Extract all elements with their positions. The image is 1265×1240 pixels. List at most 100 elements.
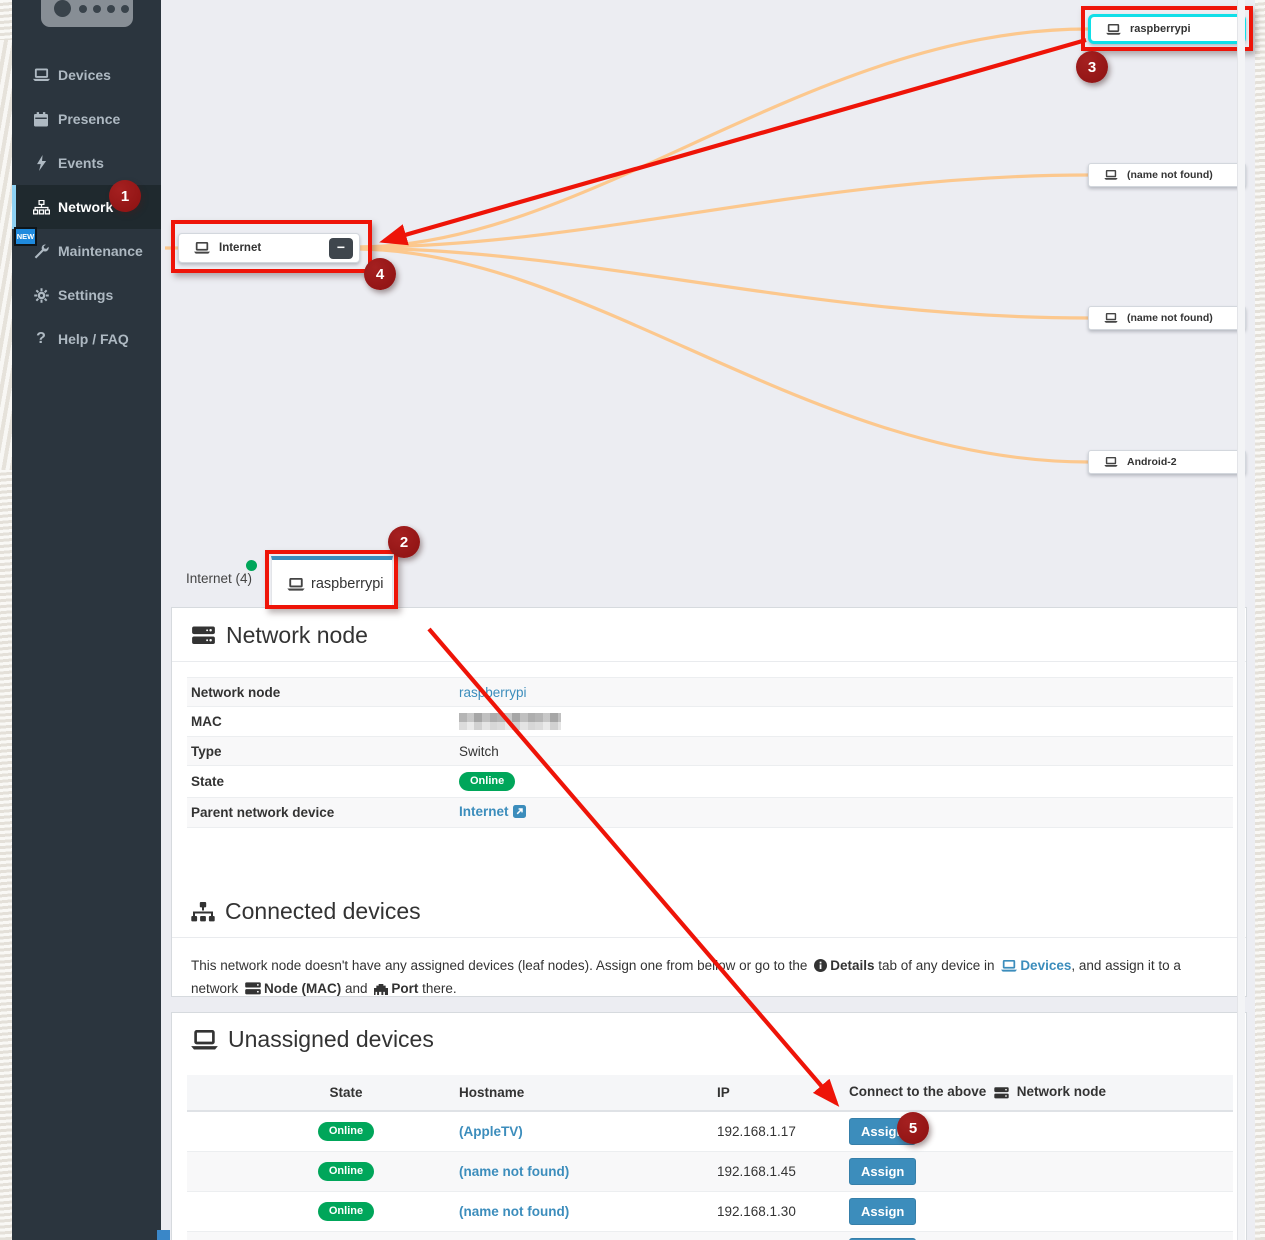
network-node-details-table: Network node raspberrypi MAC Type Switch… — [187, 677, 1233, 828]
sidebar-item-help[interactable]: ? Help / FAQ — [12, 317, 161, 361]
hostname-link[interactable]: (name not found) — [459, 1164, 569, 1179]
status-badge: Online — [318, 1162, 374, 1181]
table-row: Parent network device Internet — [187, 798, 1233, 828]
status-badge: Online — [318, 1122, 374, 1141]
node-label: Android-2 — [1127, 456, 1177, 468]
bolt-icon — [32, 154, 50, 172]
vertical-scrollbar[interactable] — [1237, 0, 1245, 1240]
assign-button[interactable]: Assign — [849, 1158, 916, 1185]
laptop-icon — [1001, 957, 1017, 978]
laptop-icon — [32, 66, 50, 84]
annotation-step-3: 3 — [1076, 51, 1108, 83]
info-circle-icon — [814, 957, 827, 978]
table-row: Online (AppleTV) 192.168.1.17 Assign — [187, 1111, 1233, 1151]
annotation-step-5: 5 — [897, 1112, 929, 1144]
section-title: Network node — [226, 622, 368, 649]
scroll-corner-button[interactable] — [157, 1230, 170, 1240]
network-node-section-header: Network node — [172, 608, 1246, 662]
ip-value: 192.168.1.45 — [715, 1151, 847, 1191]
gear-icon — [32, 286, 50, 304]
field-label: MAC — [187, 707, 455, 737]
laptop-icon — [1104, 313, 1118, 323]
table-row: Online (name not found) 192.168.1.57 Ass… — [187, 1231, 1233, 1240]
laptop-icon — [191, 1030, 218, 1050]
details-emphasis: Details — [830, 958, 874, 973]
sidebar-menu: Devices Presence Events Network Maintena… — [12, 53, 161, 361]
unassigned-devices-section-header: Unassigned devices — [172, 1013, 1246, 1063]
sitemap-icon — [32, 198, 50, 216]
ip-value: 192.168.1.30 — [715, 1191, 847, 1231]
parent-device-link[interactable]: Internet — [459, 804, 509, 819]
table-row: MAC — [187, 707, 1233, 737]
type-value: Switch — [455, 737, 1233, 766]
node-name-link[interactable]: raspberrypi — [459, 685, 527, 700]
ip-value: 192.168.1.17 — [715, 1111, 847, 1151]
annotation-step-2: 2 — [388, 526, 420, 558]
table-row: Network node raspberrypi — [187, 678, 1233, 707]
table-row: Online (name not found) 192.168.1.45 Ass… — [187, 1151, 1233, 1191]
annotation-box-raspberrypi-tab — [265, 550, 398, 609]
ethernet-port-icon — [374, 980, 388, 1001]
node-label: (name not found) — [1127, 169, 1213, 181]
sidebar-item-label: Events — [58, 155, 104, 171]
external-link-icon[interactable] — [513, 805, 526, 821]
sidebar-item-devices[interactable]: Devices — [12, 53, 161, 97]
topology-node-unnamed-2[interactable]: (name not found) — [1088, 306, 1246, 330]
table-row: State Online — [187, 766, 1233, 798]
tab-internet[interactable]: Internet (4) — [186, 571, 252, 586]
field-label: State — [187, 766, 455, 798]
wallpaper-right-edge — [1255, 0, 1265, 1240]
annotation-box-internet-node — [171, 220, 372, 273]
sidebar: Devices Presence Events Network Maintena… — [12, 0, 161, 1240]
sidebar-item-label: Presence — [58, 111, 120, 127]
port-emphasis: Port — [391, 981, 418, 996]
sidebar-item-label: Help / FAQ — [58, 331, 129, 347]
connected-devices-section-header: Connected devices — [172, 884, 1246, 938]
column-header-connect: Connect to the above Network node — [847, 1075, 1233, 1111]
devices-page-link[interactable]: Devices — [1020, 958, 1071, 973]
sidebar-item-label: Network — [58, 199, 113, 215]
mac-redacted-value — [459, 713, 561, 730]
column-header-ip: IP — [715, 1075, 847, 1111]
hostname-link[interactable]: (name not found) — [459, 1204, 569, 1219]
unassigned-devices-table: State Hostname IP Connect to the above N… — [187, 1075, 1233, 1240]
topology-node-unnamed-1[interactable]: (name not found) — [1088, 163, 1246, 187]
app-logo — [41, 0, 133, 27]
hostname-link[interactable]: (AppleTV) — [459, 1124, 523, 1139]
calendar-icon — [32, 110, 50, 128]
sidebar-item-settings[interactable]: Settings — [12, 273, 161, 317]
sidebar-item-label: Devices — [58, 67, 111, 83]
topology-node-android-2[interactable]: Android-2 — [1088, 450, 1246, 474]
sidebar-item-events[interactable]: Events — [12, 141, 161, 185]
sidebar-item-label: Settings — [58, 287, 113, 303]
field-label: Parent network device — [187, 798, 455, 828]
field-label: Type — [187, 737, 455, 766]
annotation-box-raspberrypi-node — [1081, 6, 1253, 51]
server-icon — [245, 980, 261, 1001]
annotation-step-1: 1 — [109, 180, 141, 212]
table-header-row: State Hostname IP Connect to the above N… — [187, 1075, 1233, 1111]
new-feature-badge: NEW — [14, 227, 37, 246]
server-icon — [994, 1087, 1009, 1102]
status-badge: Online — [318, 1202, 374, 1221]
table-row: Type Switch — [187, 737, 1233, 766]
status-badge: Online — [459, 772, 515, 791]
column-header-state: State — [187, 1075, 457, 1111]
section-title: Connected devices — [225, 898, 421, 925]
sidebar-item-label: Maintenance — [58, 243, 143, 259]
online-dot-internet-tab — [246, 560, 257, 571]
section-title: Unassigned devices — [228, 1026, 434, 1053]
sidebar-item-presence[interactable]: Presence — [12, 97, 161, 141]
laptop-icon — [1104, 457, 1118, 467]
network-node-panel: Network node Network node raspberrypi MA… — [171, 607, 1247, 997]
table-row: Online (name not found) 192.168.1.30 Ass… — [187, 1191, 1233, 1231]
server-icon — [191, 626, 216, 645]
ip-value: 192.168.1.57 — [715, 1231, 847, 1240]
unassigned-devices-panel: Unassigned devices State Hostname IP Con… — [171, 1012, 1247, 1240]
logo-led-large — [54, 0, 71, 17]
column-header-hostname: Hostname — [457, 1075, 715, 1111]
question-icon: ? — [32, 330, 50, 348]
laptop-icon — [1104, 170, 1118, 180]
assign-button[interactable]: Assign — [849, 1198, 916, 1225]
node-label: (name not found) — [1127, 312, 1213, 324]
